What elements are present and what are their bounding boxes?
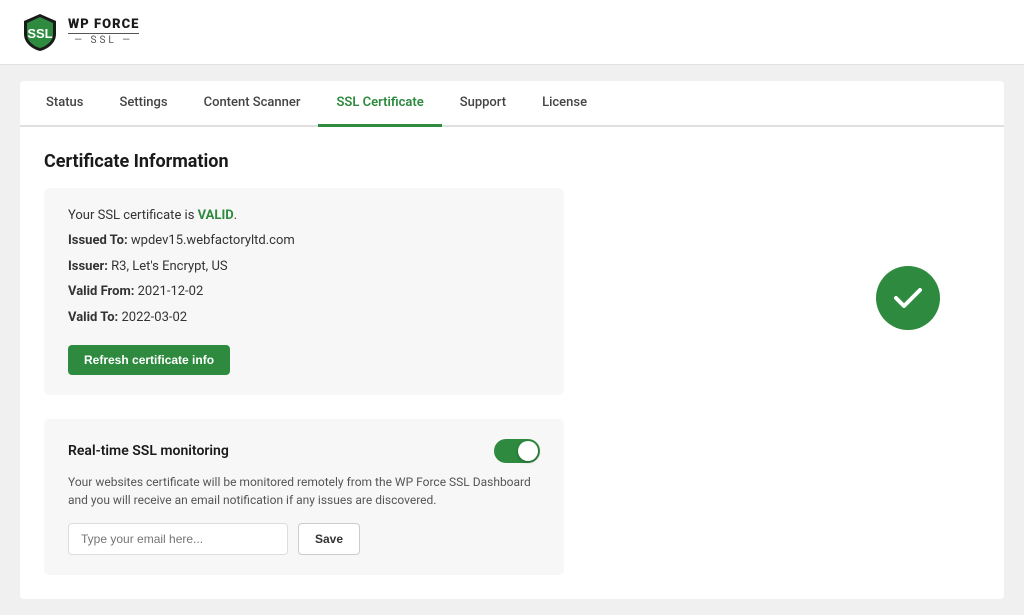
certificate-section: Certificate Information Your SSL certifi… — [44, 151, 980, 395]
monitoring-toggle[interactable] — [494, 439, 540, 463]
tab-support[interactable]: Support — [442, 81, 524, 127]
logo-icon: SSL — [20, 12, 60, 52]
svg-text:SSL: SSL — [27, 26, 52, 41]
cert-card: Your SSL certificate is VALID. Issued To… — [44, 188, 564, 395]
monitoring-header: Real-time SSL monitoring — [68, 439, 540, 463]
monitoring-section: Real-time SSL monitoring Your websites c… — [44, 419, 564, 575]
toggle-knob — [518, 441, 538, 461]
tab-content-scanner[interactable]: Content Scanner — [186, 81, 319, 127]
cert-valid-icon — [876, 266, 940, 330]
tab-ssl-certificate[interactable]: SSL Certificate — [318, 81, 441, 127]
logo-text: WP FORCE — SSL — — [68, 18, 139, 46]
cert-valid-from-val: 2021-12-02 — [138, 284, 204, 299]
cert-valid-to-val: 2022-03-02 — [121, 310, 187, 325]
cert-issued-to-val: wpdev15.webfactoryltd.com — [131, 233, 295, 248]
tab-license[interactable]: License — [524, 81, 605, 127]
logo: SSL WP FORCE — SSL — — [20, 12, 139, 52]
header: SSL WP FORCE — SSL — — [0, 0, 1024, 65]
cert-valid-word: VALID — [198, 208, 234, 223]
tab-settings[interactable]: Settings — [101, 81, 185, 127]
cert-status-prefix: Your SSL certificate is — [68, 208, 198, 223]
cert-valid-text: Your SSL certificate is VALID. — [68, 208, 540, 223]
cert-valid-from: Valid From: 2021-12-02 — [68, 282, 540, 302]
logo-wp-label: WP FORCE — [68, 18, 139, 31]
cert-issued-to: Issued To: wpdev15.webfactoryltd.com — [68, 231, 540, 251]
email-input[interactable] — [68, 523, 288, 555]
cert-valid-from-label: Valid From: — [68, 284, 134, 299]
cert-valid-to: Valid To: 2022-03-02 — [68, 308, 540, 328]
save-button[interactable]: Save — [298, 523, 360, 555]
email-row: Save — [68, 523, 540, 555]
cert-issued-to-label: Issued To: — [68, 233, 128, 248]
monitoring-description: Your websites certificate will be monito… — [68, 473, 540, 509]
main-wrapper: Status Settings Content Scanner SSL Cert… — [0, 65, 1024, 615]
monitoring-title: Real-time SSL monitoring — [68, 443, 229, 459]
refresh-certificate-button[interactable]: Refresh certificate info — [68, 345, 230, 375]
checkmark-svg — [890, 280, 926, 316]
content-panel: Certificate Information Your SSL certifi… — [20, 127, 1004, 599]
logo-ssl-label: — SSL — — [68, 33, 139, 46]
tab-status[interactable]: Status — [28, 81, 101, 127]
cert-status-period: . — [234, 208, 237, 223]
cert-issuer-label: Issuer: — [68, 259, 108, 274]
section-title: Certificate Information — [44, 151, 980, 172]
cert-valid-to-label: Valid To: — [68, 310, 118, 325]
tabs-container: Status Settings Content Scanner SSL Cert… — [20, 81, 1004, 127]
cert-issuer-val: R3, Let's Encrypt, US — [111, 259, 227, 274]
toggle-track — [494, 439, 540, 463]
cert-issuer: Issuer: R3, Let's Encrypt, US — [68, 257, 540, 277]
